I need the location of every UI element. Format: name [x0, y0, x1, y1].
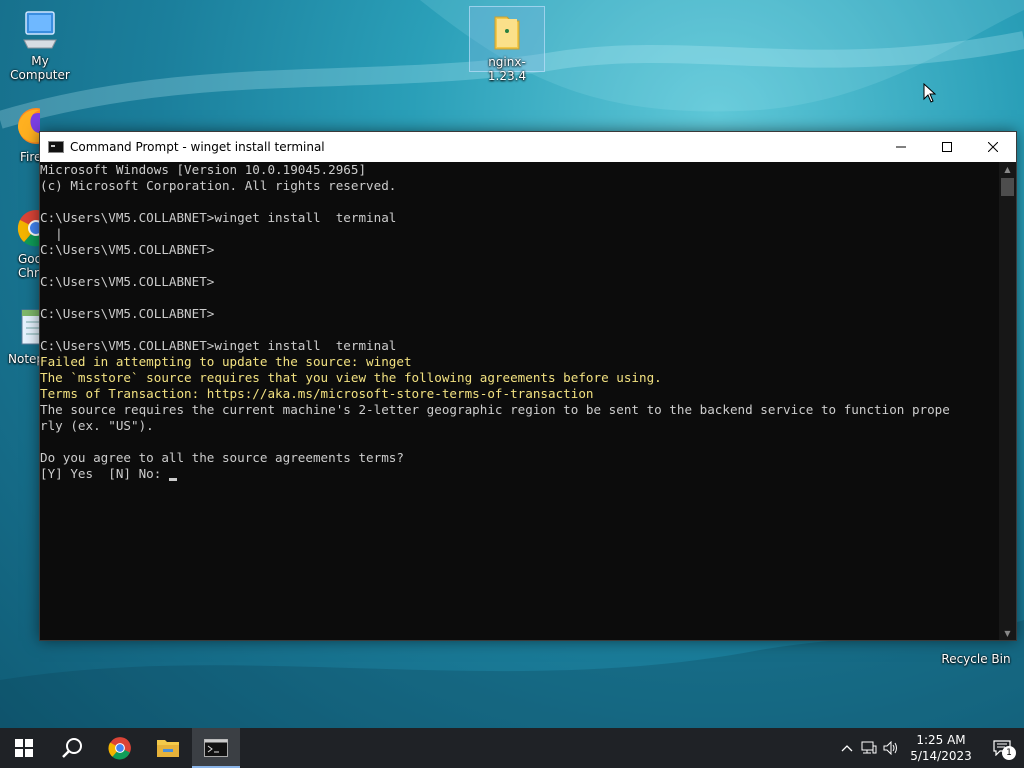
console-line: Terms of Transaction: https://aka.ms/mic… [40, 386, 594, 401]
window-controls [878, 132, 1016, 162]
console-line: C:\Users\VM5.COLLABNET> [40, 274, 215, 289]
console-line: C:\Users\VM5.COLLABNET>winget install te… [40, 338, 397, 353]
console-line: C:\Users\VM5.COLLABNET>winget install te… [40, 210, 397, 225]
command-prompt-window[interactable]: Command Prompt - winget install terminal… [39, 131, 1017, 641]
desktop-icon-label: My Computer [10, 54, 70, 82]
close-icon [988, 142, 998, 152]
taskbar-command-prompt[interactable] [192, 728, 240, 768]
system-tray: 1:25 AM 5/14/2023 1 [836, 728, 1024, 768]
cmd-app-icon [48, 141, 64, 153]
console-line: rly (ex. "US"). [40, 418, 154, 433]
window-titlebar[interactable]: Command Prompt - winget install terminal [40, 132, 1016, 162]
notepad-icon [14, 306, 40, 350]
desktop-icon-label: Recycle Bin [941, 652, 1011, 666]
taskbar-file-explorer[interactable] [144, 728, 192, 768]
scrollbar-thumb[interactable] [1001, 178, 1014, 196]
desktop-icon-nginx-folder[interactable]: nginx-1.23.4 [469, 6, 545, 83]
desktop-icon-label: Fire [20, 150, 40, 164]
desktop-icon-notepad[interactable]: Notep [0, 306, 40, 366]
start-button[interactable] [0, 728, 48, 768]
mouse-pointer-icon [923, 83, 937, 103]
scroll-down-icon[interactable]: ▼ [999, 626, 1016, 640]
windows-logo-icon [15, 739, 33, 757]
taskbar-chrome[interactable] [96, 728, 144, 768]
console-line: C:\Users\VM5.COLLABNET> [40, 306, 215, 321]
console-line: Failed in attempting to update the sourc… [40, 354, 412, 369]
taskbar-clock[interactable]: 1:25 AM 5/14/2023 [902, 732, 980, 764]
console-line: Microsoft Windows [Version 10.0.19045.29… [40, 162, 367, 177]
search-icon [62, 738, 82, 758]
desktop-icon-label: Goo Chr [18, 252, 40, 280]
desktop-icon-recycle-bin[interactable]: Recycle Bin [936, 640, 1016, 666]
console-line: [Y] Yes [N] No: [40, 466, 1000, 482]
console-line: C:\Users\VM5.COLLABNET> [40, 242, 215, 257]
chrome-icon [14, 206, 40, 250]
vertical-scrollbar[interactable]: ▲ ▼ [999, 162, 1016, 640]
console-line: (c) Microsoft Corporation. All rights re… [40, 178, 397, 193]
desktop-icon-label: nginx-1.23.4 [487, 55, 527, 83]
maximize-icon [942, 142, 952, 152]
console-line: | [40, 226, 63, 241]
scroll-up-icon[interactable]: ▲ [999, 162, 1016, 176]
chrome-icon [108, 737, 131, 760]
taskbar: 1:25 AM 5/14/2023 1 [0, 728, 1024, 768]
close-button[interactable] [970, 132, 1016, 162]
minimize-icon [896, 146, 906, 148]
desktop-icon-chrome[interactable]: Goo Chr [0, 206, 40, 280]
cmd-icon [204, 739, 228, 757]
volume-icon[interactable] [880, 728, 902, 768]
console-line: Do you agree to all the source agreement… [40, 450, 404, 465]
show-hidden-icons-chevron-up-icon[interactable] [836, 728, 858, 768]
notification-count-badge: 1 [1002, 746, 1016, 760]
window-title: Command Prompt - winget install terminal [70, 140, 325, 154]
folder-icon [485, 9, 529, 53]
clock-time: 1:25 AM [916, 733, 966, 747]
action-center-button[interactable]: 1 [980, 728, 1024, 768]
console-line: The `msstore` source requires that you v… [40, 370, 662, 385]
console-line: The source requires the current machine'… [40, 402, 950, 417]
desktop-icon-my-computer[interactable]: My Computer [0, 8, 80, 82]
minimize-button[interactable] [878, 132, 924, 162]
text-cursor [168, 478, 177, 481]
desktop-icon-label: Notep [8, 352, 40, 366]
firefox-icon [14, 104, 40, 148]
console-output[interactable]: Microsoft Windows [Version 10.0.19045.29… [40, 162, 1000, 640]
network-icon[interactable] [858, 728, 880, 768]
computer-icon [18, 8, 62, 52]
search-button[interactable] [48, 728, 96, 768]
maximize-button[interactable] [924, 132, 970, 162]
desktop-icon-firefox[interactable]: Fire [0, 104, 40, 164]
file-explorer-icon [157, 740, 179, 757]
clock-date: 5/14/2023 [910, 749, 972, 763]
